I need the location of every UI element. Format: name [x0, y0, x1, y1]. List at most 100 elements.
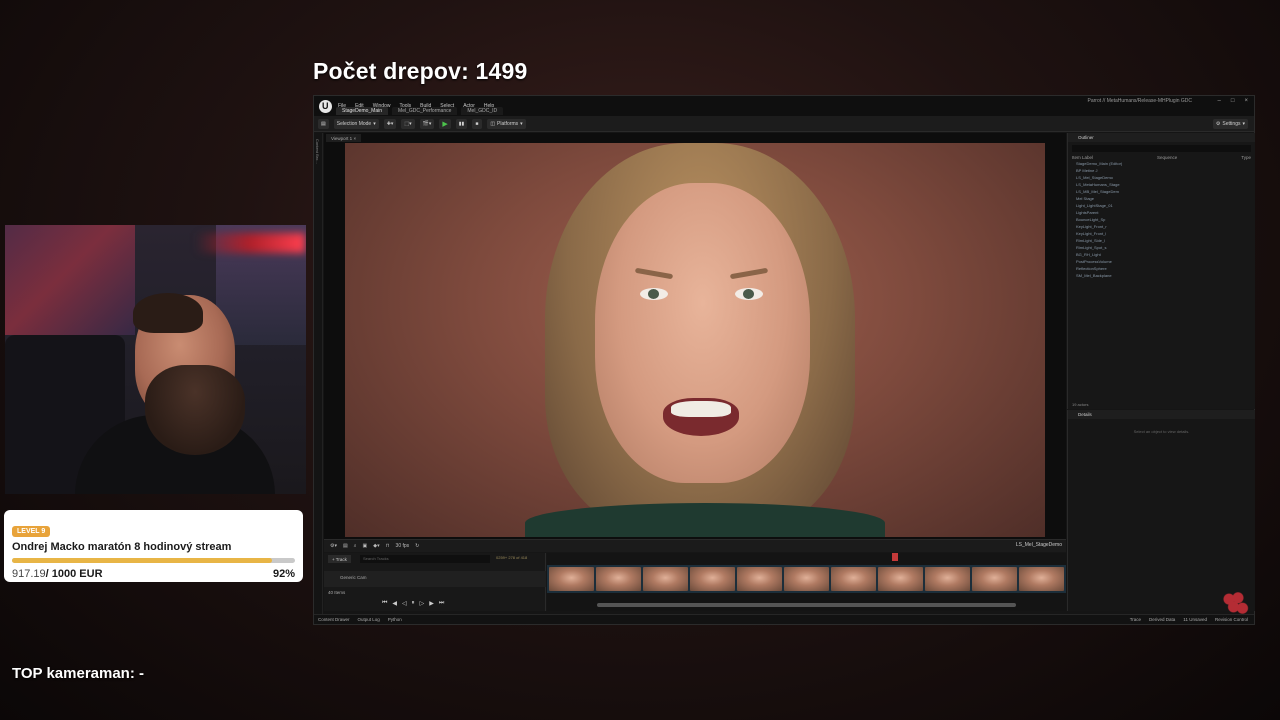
outliner-row[interactable]: Mel Stage [1068, 195, 1255, 202]
filmstrip-frame [1019, 567, 1064, 591]
maximize-icon[interactable]: □ [1231, 98, 1235, 104]
character-right-eye [735, 288, 763, 300]
item-count: 40 Items [328, 590, 346, 595]
top-cameraman-label: TOP kameraman: - [12, 665, 145, 682]
track-row[interactable]: Generic Cam [324, 571, 546, 587]
close-icon[interactable]: × [1244, 98, 1248, 104]
output-log-button[interactable]: Output Log [358, 617, 380, 622]
outliner-col-label[interactable]: Item Label [1072, 155, 1093, 160]
outliner-row[interactable]: StageDemo_Main (Editor) [1068, 160, 1255, 167]
settings-button[interactable]: ⚙ Settings ▾ [1212, 119, 1248, 129]
sequencer-track-list: + Track Search Tracks 0259+ 278 of 418 G… [324, 553, 546, 611]
step-back-icon[interactable]: ◀ [392, 600, 397, 607]
outliner-row[interactable]: KeyLight_Front_l [1068, 230, 1255, 237]
jump-start-icon[interactable]: ⏮ [382, 600, 387, 607]
sequencer-render-icon[interactable]: ▣ [363, 543, 368, 549]
outliner-row[interactable]: BounceLight_Sp [1068, 216, 1255, 223]
content-drawer-button[interactable]: Content Drawer [318, 617, 350, 622]
timeline-scrollbar[interactable] [597, 603, 1016, 607]
sequencer-snap-icon[interactable]: ⊓ [386, 543, 390, 549]
platforms-button[interactable]: ◫ Platforms ▾ [487, 118, 526, 129]
camera-filmstrip[interactable] [547, 565, 1066, 593]
editor-tab[interactable]: Mel_GDC_Performance [392, 107, 458, 115]
sequencer-key-icon[interactable]: ◆▾ [373, 543, 379, 549]
step-forward-icon[interactable]: ▶ [429, 600, 434, 607]
outliner-row[interactable]: LS_MB_Mel_StageDem [1068, 188, 1255, 195]
step-icon[interactable]: ▮▮ [455, 118, 468, 129]
trace-button[interactable]: Trace [1130, 617, 1141, 622]
filmstrip-frame [972, 567, 1017, 591]
outliner-row[interactable]: LS_Mel_StageDemo [1068, 174, 1255, 181]
outliner-rows: StageDemo_Main (Editor) BP Metine J LS_Mel… [1068, 160, 1255, 279]
editor-tabs: StageDemo_Main Mel_GDC_Performance Mel_GDC… [336, 107, 504, 115]
outliner-row[interactable]: PostProcessVolume [1068, 258, 1255, 265]
outliner-row[interactable]: SM_Mel_Backplane [1068, 272, 1255, 279]
stop-icon[interactable]: ■ [472, 118, 483, 129]
streamer-beard [145, 365, 245, 455]
goal-current: 917.19 [12, 568, 46, 580]
filmstrip-frame [596, 567, 641, 591]
webcam-ambient-light [195, 233, 305, 253]
jump-end-icon[interactable]: ⏭ [439, 600, 444, 607]
unsaved-button[interactable]: 11 Unsaved [1183, 617, 1207, 622]
unreal-logo-icon[interactable] [319, 99, 332, 113]
outliner-search-input[interactable] [1072, 145, 1251, 152]
character-teeth [671, 401, 731, 417]
goal-level-badge: LEVEL 9 [12, 526, 51, 537]
add-track-button[interactable]: + Track [328, 555, 351, 563]
outliner-row[interactable]: BP Metine J [1068, 167, 1255, 174]
outliner-row[interactable]: RimLight_Spot_s [1068, 244, 1255, 251]
outliner-col-sequence[interactable]: Sequence [1157, 155, 1177, 160]
minimize-icon[interactable]: – [1218, 98, 1221, 104]
editor-tab[interactable]: Mel_GDC_ID [461, 107, 504, 115]
outliner-row[interactable]: LS_MetaHumans_Stage [1068, 181, 1255, 188]
save-icon[interactable]: ▤ [318, 118, 329, 129]
metahuman-render [345, 143, 1045, 537]
outliner-row[interactable]: ReflectionSphere [1068, 265, 1255, 272]
viewport-tab[interactable]: Viewport 1 × [326, 134, 362, 142]
derived-data-button[interactable]: Derived Data [1149, 617, 1175, 622]
play-forward-icon[interactable]: ▷ [420, 600, 425, 607]
filmstrip-frame [549, 567, 594, 591]
outliner-tab[interactable]: Outliner [1068, 133, 1255, 142]
goal-percent: 92% [272, 568, 295, 580]
selection-mode-button[interactable]: Selection Mode ▾ [333, 118, 379, 129]
add-actor-icon[interactable]: ✚▾ [383, 118, 397, 129]
sequencer-find-icon[interactable]: ⌕ [354, 543, 357, 549]
details-tab[interactable]: Details [1068, 410, 1255, 419]
selection-mode-label: Selection Mode [336, 120, 372, 127]
revision-control-button[interactable]: Revision Control [1215, 617, 1248, 622]
sequencer-save-icon[interactable]: ▤ [343, 543, 348, 549]
sequencer-settings-icon[interactable]: ⚙▾ [330, 543, 337, 549]
content-browser-strip[interactable]: Content Bro... [314, 133, 323, 614]
play-icon[interactable]: ▶ [439, 118, 451, 129]
blueprint-icon[interactable]: ⬚▾ [401, 118, 415, 129]
play-reverse-icon[interactable]: ◁ [402, 600, 407, 607]
character-shirt [525, 503, 885, 537]
donation-goal-widget: LEVEL 9 Ondrej Macko maratón 8 hodinový … [4, 510, 303, 582]
transport-controls: ⏮ ◀ ◁ ⏸ ▷ ▶ ⏭ [382, 600, 444, 607]
timeline-playhead[interactable] [892, 553, 898, 561]
cinematics-icon[interactable]: 🎬▾ [419, 118, 435, 129]
filmstrip-frame [878, 567, 923, 591]
sequencer-fps[interactable]: 30 fps [396, 543, 410, 549]
outliner-row[interactable]: Light_LightStage_01 [1068, 202, 1255, 209]
level-viewport[interactable]: Viewport 1 × [324, 133, 1066, 539]
editor-tab[interactable]: StageDemo_Main [336, 107, 389, 115]
outliner-row[interactable]: RimLight_Side_l [1068, 237, 1255, 244]
outliner-row[interactable]: KeyLight_Front_r [1068, 223, 1255, 230]
outliner-col-type[interactable]: Type [1241, 155, 1251, 160]
sequencer-timeline[interactable] [547, 553, 1066, 611]
streamer-hair [133, 293, 203, 333]
sequencer-loop-icon[interactable]: ↻ [415, 543, 419, 549]
goal-amount: 917.19/ 1000 EUR [12, 568, 103, 580]
track-search-input[interactable]: Search Tracks [360, 555, 490, 563]
webcam-feed [5, 225, 306, 494]
outliner-row[interactable]: LightsParent [1068, 209, 1255, 216]
outliner-row[interactable]: BG_RH_Light [1068, 251, 1255, 258]
cmd-button[interactable]: Python [388, 617, 402, 622]
pause-icon[interactable]: ⏸ [412, 600, 415, 607]
settings-label: Settings [1222, 121, 1241, 127]
goal-progress-fill [12, 558, 273, 563]
sequencer-toolbar: ⚙▾ ▤ ⌕ ▣ ◆▾ ⊓ 30 fps ↻ [324, 540, 1066, 552]
